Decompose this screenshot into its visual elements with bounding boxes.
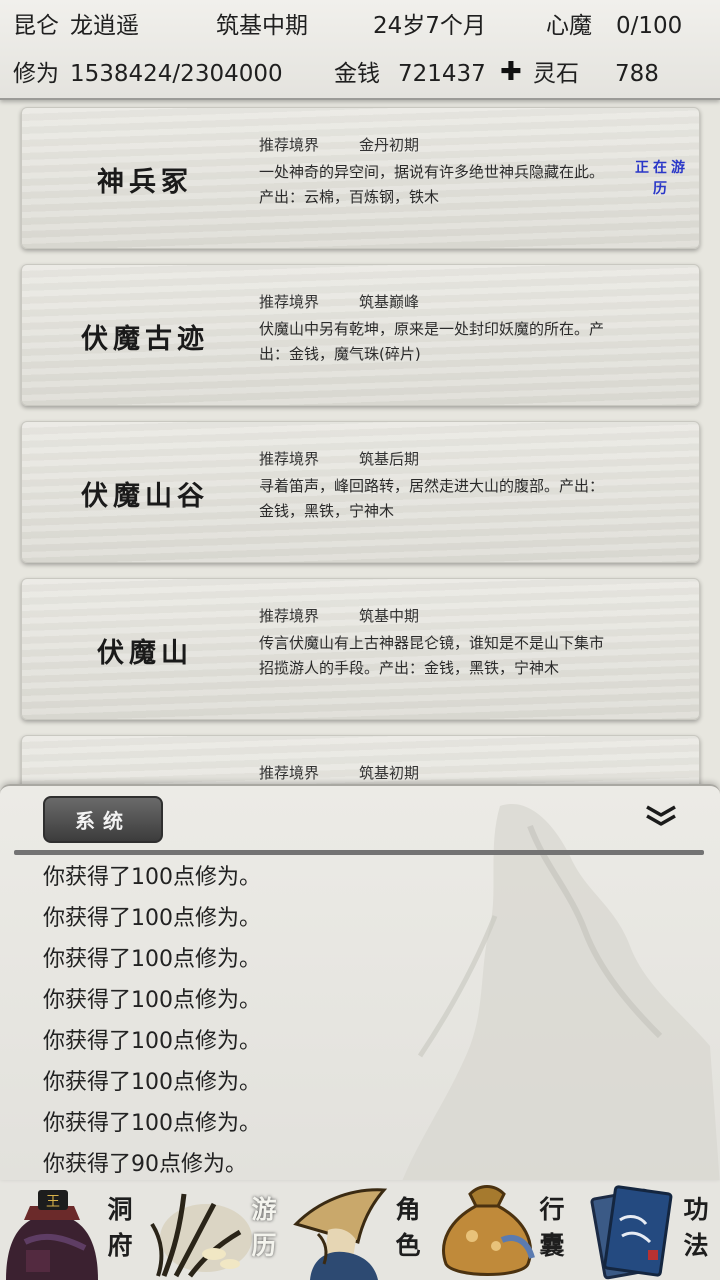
adventure-name: 神兵冢 — [97, 166, 193, 198]
lingshi-value: 788 — [615, 61, 659, 87]
adventure-card-fumoshan[interactable]: 伏魔山 推荐境界 筑基中期 传言伏魔山有上古神器昆仑镜，谁知是不是山下集市招揽游… — [21, 578, 700, 720]
log-line: 你获得了90点修为。 — [43, 1152, 247, 1177]
adventure-name: 伏魔山谷 — [81, 480, 209, 512]
travel-icon — [150, 1193, 252, 1278]
nav-label-bag: 行囊 — [539, 1195, 565, 1260]
log-divider — [14, 850, 704, 855]
recommended-realm-label: 推荐境界 — [259, 450, 320, 468]
adventure-card-fumoshangu[interactable]: 伏魔山谷 推荐境界 筑基后期 寻着笛声，峰回路转，居然走进大山的腹部。产出：金钱… — [21, 421, 700, 563]
money-value: 721437 — [398, 61, 486, 87]
nav-label-travel: 游历 — [251, 1195, 277, 1260]
xiuwei-value: 1538424/2304000 — [70, 61, 283, 87]
log-line: 你获得了100点修为。 — [43, 1029, 261, 1054]
player-name: 龙逍遥 — [70, 13, 139, 39]
money-label: 金钱 — [334, 61, 380, 87]
adventure-description: 传言伏魔山有上古神器昆仑镜，谁知是不是山下集市招揽游人的手段。产出：金钱，黑铁，… — [259, 634, 605, 677]
recommended-realm-label: 推荐境界 — [259, 293, 320, 311]
nav-bag[interactable]: 行囊 — [432, 1180, 576, 1280]
recommended-realm: 筑基初期 — [359, 764, 420, 782]
status-bar: 昆仑 龙逍遥 筑基中期 24岁7个月 心魔 0/100 修为 1538424/2… — [0, 0, 720, 100]
nav-label-cave-mansion: 洞府 — [107, 1195, 133, 1260]
adventure-list: 神兵冢 推荐境界 金丹初期 一处神奇的异空间，据说有许多绝世神兵隐藏在此。产出：… — [0, 100, 720, 790]
spirit-stone-icon: ✚ — [500, 57, 522, 87]
log-line: 你获得了100点修为。 — [43, 1070, 261, 1095]
bottom-navigation: 王 洞府 游历 角色 行囊 功法 — [0, 1180, 720, 1280]
scripture-book-icon — [590, 1185, 673, 1280]
message-log-panel[interactable]: 系统 你获得了100点修为。 你获得了100点修为。 你获得了100点修为。 你… — [0, 784, 720, 1180]
log-line: 你获得了100点修为。 — [43, 947, 261, 972]
tab-system[interactable]: 系统 — [43, 796, 163, 843]
bag-icon — [442, 1185, 535, 1276]
log-lines: 你获得了100点修为。 你获得了100点修为。 你获得了100点修为。 你获得了… — [43, 858, 643, 1180]
adventure-card-partial[interactable]: 推荐境界 筑基初期 — [21, 735, 700, 790]
svg-text:王: 王 — [46, 1194, 60, 1210]
recommended-realm: 筑基后期 — [359, 450, 420, 468]
recommended-realm-label: 推荐境界 — [259, 607, 320, 625]
nav-scripture[interactable]: 功法 — [576, 1180, 720, 1280]
log-line: 你获得了100点修为。 — [43, 988, 261, 1013]
recommended-realm-label: 推荐境界 — [259, 764, 320, 782]
recommended-realm: 筑基巅峰 — [359, 293, 420, 311]
recommended-realm: 金丹初期 — [359, 136, 420, 154]
adventure-description: 伏魔山中另有乾坤，原来是一处封印妖魔的所在。产出：金钱，魔气珠(碎片) — [259, 320, 605, 363]
log-line: 你获得了100点修为。 — [43, 906, 261, 931]
adventure-card-fumoguji[interactable]: 伏魔古迹 推荐境界 筑基巅峰 伏魔山中另有乾坤，原来是一处封印妖魔的所在。产出：… — [21, 264, 700, 406]
adventure-description: 一处神奇的异空间，据说有许多绝世神兵隐藏在此。产出：云棉，百炼钢，铁木 — [259, 163, 605, 206]
log-line: 你获得了100点修为。 — [43, 1111, 261, 1136]
nav-travel[interactable]: 游历 — [144, 1180, 288, 1280]
location-text: 昆仑 — [13, 13, 59, 39]
xiuwei-label: 修为 — [13, 61, 59, 87]
recommended-realm-label: 推荐境界 — [259, 136, 320, 154]
traveling-status: 正在游历 — [635, 160, 689, 197]
character-icon — [293, 1188, 388, 1280]
nav-label-character: 角色 — [395, 1195, 421, 1260]
cave-mansion-icon: 王 — [6, 1190, 98, 1280]
adventure-name: 伏魔古迹 — [81, 323, 209, 355]
cultivation-realm: 筑基中期 — [216, 13, 308, 39]
adventure-name — [34, 736, 256, 790]
adventure-card-shenbingzhong[interactable]: 神兵冢 推荐境界 金丹初期 一处神奇的异空间，据说有许多绝世神兵隐藏在此。产出：… — [21, 107, 700, 249]
adventure-name: 伏魔山 — [97, 637, 193, 669]
age-text: 24岁7个月 — [373, 13, 486, 39]
adventure-description: 寻着笛声，峰回路转，居然走进大山的腹部。产出：金钱，黑铁，宁神木 — [259, 477, 605, 520]
collapse-log-button[interactable] — [638, 798, 684, 834]
nav-cave-mansion[interactable]: 王 洞府 — [0, 1180, 144, 1280]
lingshi-label: 灵石 — [533, 61, 579, 87]
nav-character[interactable]: 角色 — [288, 1180, 432, 1280]
nav-label-scripture: 功法 — [683, 1195, 709, 1260]
recommended-realm: 筑基中期 — [359, 607, 420, 625]
double-chevron-down-icon — [646, 805, 676, 826]
xinmo-label: 心魔 — [546, 13, 592, 39]
log-line: 你获得了100点修为。 — [43, 865, 261, 890]
xinmo-value: 0/100 — [616, 13, 683, 39]
